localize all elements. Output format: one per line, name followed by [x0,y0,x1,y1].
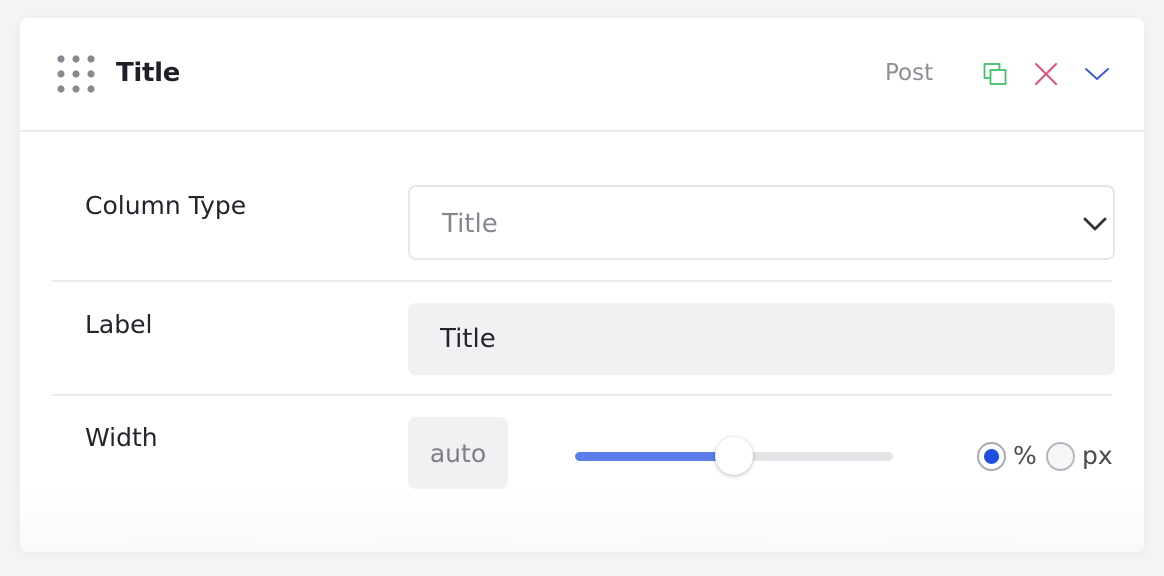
unit-px-radio[interactable] [1046,442,1075,471]
width-label: Width [85,423,158,452]
label-input[interactable] [408,303,1115,375]
slider-thumb[interactable] [715,437,753,475]
unit-percent-radio[interactable] [977,442,1006,471]
duplicate-icon[interactable] [982,60,1010,88]
column-type-select[interactable]: Title [408,185,1115,260]
post-type-label: Post [885,60,934,86]
unit-px-label: px [1082,441,1113,470]
chevron-down-icon [1083,217,1107,231]
divider [52,280,1112,282]
divider [52,394,1112,396]
panel-bottom-fade [20,488,1144,552]
panel-header: Title Post [20,18,1144,132]
width-value-box: auto [408,417,508,489]
column-type-value: Title [442,209,498,239]
column-type-label: Column Type [85,191,247,220]
drag-handle-icon[interactable] [57,55,95,93]
label-field-label: Label [85,310,153,339]
slider-fill [575,452,734,461]
column-settings-panel: Title Post Column Type Title Label Width… [20,18,1144,552]
close-icon[interactable] [1032,60,1060,88]
chevron-down-icon[interactable] [1083,60,1111,88]
width-slider[interactable] [575,436,895,476]
unit-percent-label: % [1013,441,1037,470]
panel-title: Title [116,58,181,88]
